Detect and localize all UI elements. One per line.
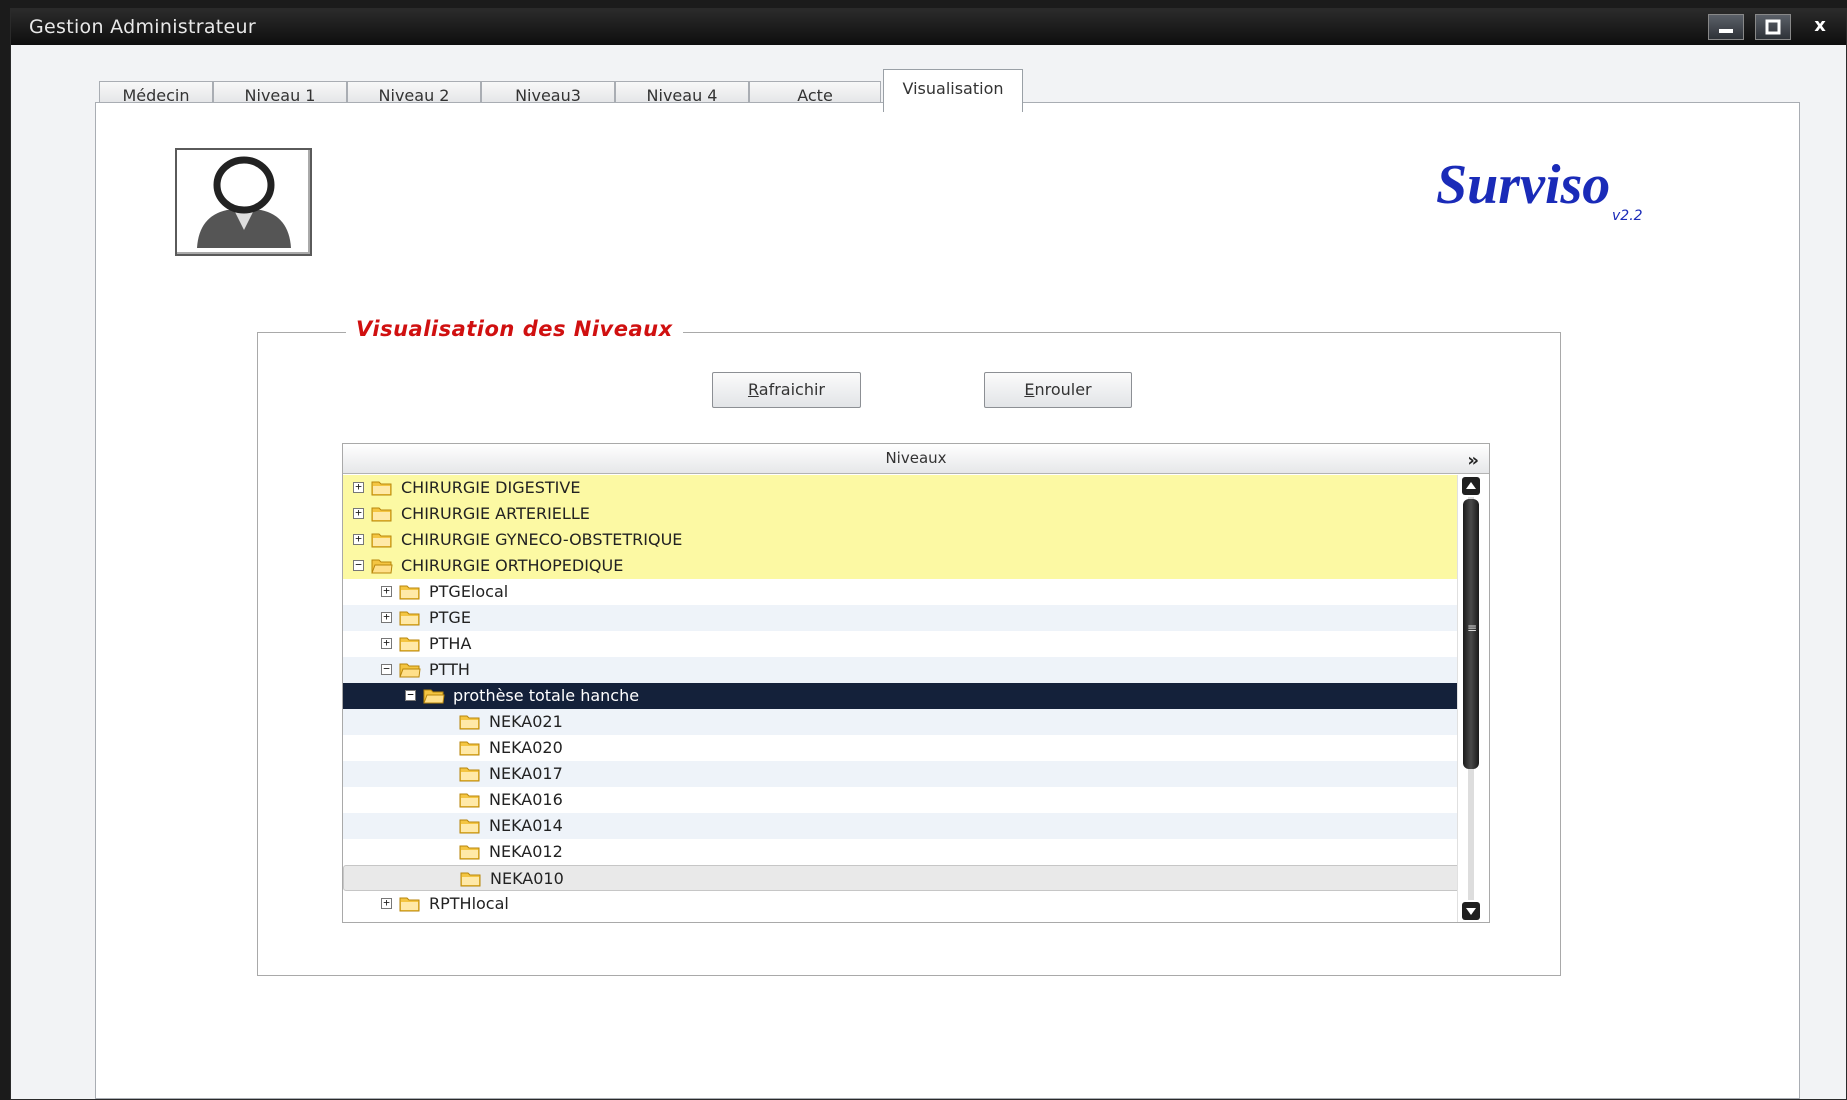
expand-icon[interactable]: + [381, 637, 392, 649]
tree-row-label: NEKA012 [489, 842, 563, 861]
collapse-icon[interactable]: − [405, 689, 416, 701]
tree-row[interactable]: NEKA020 [343, 735, 1460, 761]
tree-row[interactable]: − prothèse totale hanche [343, 683, 1460, 709]
tree-row-label: CHIRURGIE ARTERIELLE [401, 504, 590, 523]
tree-row[interactable]: + CHIRURGIE ARTERIELLE [343, 501, 1460, 527]
tree-row-label: CHIRURGIE ORTHOPEDIQUE [401, 556, 624, 575]
tree-row[interactable]: NEKA014 [343, 813, 1460, 839]
tab-panel: Surviso v2.2 Visualisation des Niveaux R… [95, 102, 1800, 1099]
collapse-icon[interactable]: − [353, 559, 364, 571]
logo-name: Surviso [1436, 154, 1610, 216]
tree-row[interactable]: − CHIRURGIE ORTHOPEDIQUE [343, 553, 1460, 579]
tree-row-label: PTGE [429, 608, 471, 627]
tree-row-label: NEKA016 [489, 790, 563, 809]
main-window: Gestion Administrateur x Médecin Niveau … [10, 8, 1847, 1100]
admin-avatar [175, 148, 312, 256]
tree-row-label: PTGElocal [429, 582, 509, 601]
tab-visualisation[interactable]: Visualisation [883, 69, 1023, 112]
tree-header[interactable]: Niveaux » [343, 444, 1489, 474]
scroll-thumb[interactable]: ≡ [1463, 499, 1479, 769]
collapse-label: nrouler [1034, 380, 1092, 399]
expand-icon[interactable]: + [381, 585, 392, 597]
tree-row-label: CHIRURGIE DIGESTIVE [401, 478, 581, 497]
tree-row[interactable]: + RPTHlocal [343, 891, 1460, 917]
levels-tree[interactable]: Niveaux » + CHIRURGIE DIGESTIVE + CHIRURGIE… [342, 443, 1490, 923]
folder-icon [371, 557, 393, 574]
double-chevron-down-icon[interactable]: » [1467, 446, 1479, 475]
user-icon [197, 156, 291, 248]
folder-icon [399, 609, 421, 626]
tree-row-label: RPTHlocal [429, 894, 509, 913]
tree-row[interactable]: − PTTH [343, 657, 1460, 683]
tree-row-label: NEKA017 [489, 764, 563, 783]
levels-fieldset: Visualisation des Niveaux Rafraichir Enr… [257, 317, 1561, 976]
surviso-logo: Surviso v2.2 [1426, 148, 1666, 228]
section-title: Visualisation des Niveaux [346, 317, 683, 341]
tree-rows: + CHIRURGIE DIGESTIVE + CHIRURGIE ARTERIELL… [343, 475, 1460, 917]
folder-icon [371, 531, 393, 548]
tree-row-label: NEKA010 [490, 869, 564, 888]
folder-icon [399, 661, 421, 678]
tree-row[interactable]: + PTGE [343, 605, 1460, 631]
folder-icon [459, 791, 481, 808]
logo-version: v2.2 [1612, 208, 1643, 224]
tree-row[interactable]: NEKA017 [343, 761, 1460, 787]
tree-row[interactable]: NEKA016 [343, 787, 1460, 813]
tree-row[interactable]: + PTGElocal [343, 579, 1460, 605]
folder-icon [371, 505, 393, 522]
expand-icon[interactable]: + [353, 481, 364, 493]
vertical-scrollbar[interactable]: ≡ [1457, 475, 1489, 922]
expand-icon[interactable]: + [381, 611, 392, 623]
tree-row-label: prothèse totale hanche [453, 686, 640, 705]
folder-icon [399, 583, 421, 600]
folder-icon [399, 895, 421, 912]
folder-icon [459, 739, 481, 756]
scroll-down-button[interactable] [1462, 902, 1480, 920]
tree-row[interactable]: + CHIRURGIE GYNECO-OBSTETRIQUE [343, 527, 1460, 553]
expand-icon[interactable]: + [353, 533, 364, 545]
folder-icon [459, 713, 481, 730]
tree-row[interactable]: + CHIRURGIE DIGESTIVE [343, 475, 1460, 501]
tree-row-label: PTTH [429, 660, 470, 679]
tree-row-label: PTHA [429, 634, 472, 653]
scroll-up-button[interactable] [1462, 477, 1480, 495]
folder-icon [459, 765, 481, 782]
folder-icon [459, 843, 481, 860]
tree-row[interactable]: + PTHA [343, 631, 1460, 657]
close-button[interactable]: x [1802, 14, 1838, 40]
tree-row[interactable]: NEKA021 [343, 709, 1460, 735]
tree-header-label: Niveaux [885, 449, 947, 467]
tree-row-label: NEKA014 [489, 816, 563, 835]
expand-icon[interactable]: + [353, 507, 364, 519]
minimize-icon [1719, 29, 1733, 33]
maximize-icon [1765, 19, 1781, 35]
folder-icon [460, 870, 482, 887]
tree-row-label: CHIRURGIE GYNECO-OBSTETRIQUE [401, 530, 683, 549]
tree-row-label: NEKA020 [489, 738, 563, 757]
tree-row[interactable]: NEKA010 [343, 865, 1460, 891]
tree-row-label: NEKA021 [489, 712, 563, 731]
folder-icon [423, 687, 445, 704]
refresh-button[interactable]: Rafraichir [712, 372, 861, 408]
expand-icon[interactable]: + [381, 897, 392, 909]
collapse-button[interactable]: Enrouler [984, 372, 1132, 408]
collapse-icon[interactable]: − [381, 663, 392, 675]
maximize-button[interactable] [1755, 14, 1791, 40]
collapse-mnemonic: E [1024, 380, 1035, 399]
window-title: Gestion Administrateur [29, 16, 256, 38]
minimize-button[interactable] [1708, 14, 1744, 40]
folder-icon [459, 817, 481, 834]
refresh-mnemonic: R [748, 380, 759, 399]
tree-row[interactable]: NEKA012 [343, 839, 1460, 865]
folder-icon [371, 479, 393, 496]
folder-icon [399, 635, 421, 652]
close-icon: x [1814, 15, 1826, 36]
title-bar[interactable]: Gestion Administrateur x [11, 9, 1846, 45]
refresh-label: afraichir [758, 380, 825, 399]
